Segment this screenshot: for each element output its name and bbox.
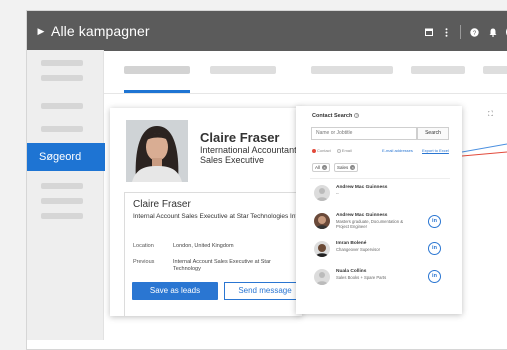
send-message-button[interactable]: Send message [224, 282, 302, 300]
chip-all[interactable]: All × [312, 163, 331, 172]
radio-off-icon [336, 148, 341, 153]
list-item[interactable]: Andrew Mac Guinness Masters graduate, Do… [310, 209, 450, 235]
background-chart [462, 143, 507, 157]
panel-title-text: Contact Search [312, 113, 353, 119]
linkedin-icon[interactable]: in [428, 270, 441, 283]
help-icon[interactable]: ? [470, 27, 479, 37]
list-item[interactable]: Imran Bolené Changeover Supervisor in [310, 237, 450, 263]
profile-title-line2: Sales Executive [200, 155, 265, 165]
person-description: Masters graduate, Documentation & Projec… [336, 219, 404, 229]
sidebar-item-soegeord[interactable]: Søgeord [27, 143, 105, 171]
bell-icon[interactable] [488, 27, 497, 37]
list-item[interactable]: Nuala Collins Sales Books + Spare Parts … [310, 265, 450, 291]
list-item[interactable]: Andrew Mac Guinness -- [310, 181, 450, 207]
avatar [314, 185, 330, 201]
person-name: Andrew Mac Guinness [336, 185, 388, 190]
avatar [314, 213, 330, 229]
profile-name: Claire Fraser [200, 130, 280, 145]
location-label: Location [133, 243, 154, 249]
tab-placeholder[interactable] [311, 66, 393, 74]
chip-sales-label: Sales [337, 165, 349, 170]
sidebar-placeholder[interactable] [41, 183, 83, 189]
search-button[interactable]: Search [417, 127, 449, 140]
more-vertical-icon[interactable] [442, 27, 451, 37]
sidebar-placeholder[interactable] [41, 60, 83, 66]
chevron-right-icon[interactable]: ▶ [33, 26, 49, 37]
person-name: Imran Bolené [336, 241, 367, 246]
person-description: Changeover Supervisor [336, 247, 380, 252]
help-icon[interactable]: ? [354, 113, 360, 119]
person-description: -- [336, 191, 339, 196]
close-icon[interactable]: × [322, 165, 328, 170]
chip-sales[interactable]: Sales × [334, 163, 359, 172]
page-title: Alle kampagner [51, 23, 150, 39]
profile-title-line1: International Accountant [200, 145, 297, 155]
sidebar: Søgeord [27, 50, 105, 340]
close-icon[interactable]: × [350, 165, 356, 170]
linkedin-icon[interactable]: in [428, 242, 441, 255]
panel-title: Contact Search? [312, 113, 360, 119]
tab-divider [104, 93, 507, 94]
sidebar-placeholder[interactable] [41, 126, 83, 132]
profile-card: Claire Fraser International Accountant S… [110, 108, 302, 316]
search-input[interactable]: Name or Jobtitle [311, 127, 417, 140]
email-addresses-link[interactable]: E-mail addresses [382, 148, 413, 153]
contact-search-panel: Contact Search? Name or Jobtitle Search … [296, 106, 462, 314]
search-mode: Contact Email [312, 148, 352, 153]
chart-line-red [462, 151, 507, 157]
people-list: Andrew Mac Guinness -- Andrew Mac Guinne… [310, 178, 450, 306]
profile-photo [126, 120, 188, 182]
sidebar-placeholder[interactable] [41, 198, 83, 204]
radio-contact[interactable]: Contact [312, 148, 331, 153]
radio-contact-label: Contact [317, 148, 331, 153]
export-excel-link[interactable]: Export to Excel [422, 148, 449, 153]
filter-chips: All × Sales × [312, 163, 359, 172]
chart-line-blue [462, 143, 507, 153]
person-description: Sales Books + Spare Parts [336, 275, 387, 280]
radio-email-label: Email [341, 148, 352, 153]
sidebar-placeholder[interactable] [41, 103, 83, 109]
avatar [314, 241, 330, 257]
calendar-icon[interactable] [424, 27, 433, 37]
detail-description: Internal Account Sales Executive at Star… [133, 213, 302, 220]
previous-value: Internal Account Sales Executive at Star… [173, 259, 271, 272]
toolbar-divider [460, 25, 461, 39]
tab-placeholder[interactable] [483, 66, 507, 74]
person-name: Andrew Mac Guinness [336, 213, 388, 218]
tab-placeholder-active[interactable] [124, 66, 190, 74]
previous-label: Previous [133, 259, 155, 265]
expand-icon[interactable]: ⛶ [488, 111, 493, 119]
chip-all-label: All [315, 165, 321, 170]
linkedin-icon[interactable]: in [428, 215, 441, 228]
sidebar-placeholder[interactable] [41, 213, 83, 219]
tab-placeholder[interactable] [411, 66, 465, 74]
radio-on-icon [312, 148, 316, 153]
save-as-leads-button[interactable]: Save as leads [132, 282, 218, 300]
radio-email[interactable]: Email [336, 148, 352, 153]
person-name: Nuala Collins [336, 269, 367, 274]
detail-name: Claire Fraser [133, 199, 191, 210]
tab-placeholder[interactable] [210, 66, 276, 74]
sidebar-placeholder[interactable] [41, 75, 83, 81]
profile-title: International Accountant Sales Executive [200, 145, 297, 165]
avatar [314, 269, 330, 285]
location-value: London, United Kingdom [173, 243, 234, 249]
